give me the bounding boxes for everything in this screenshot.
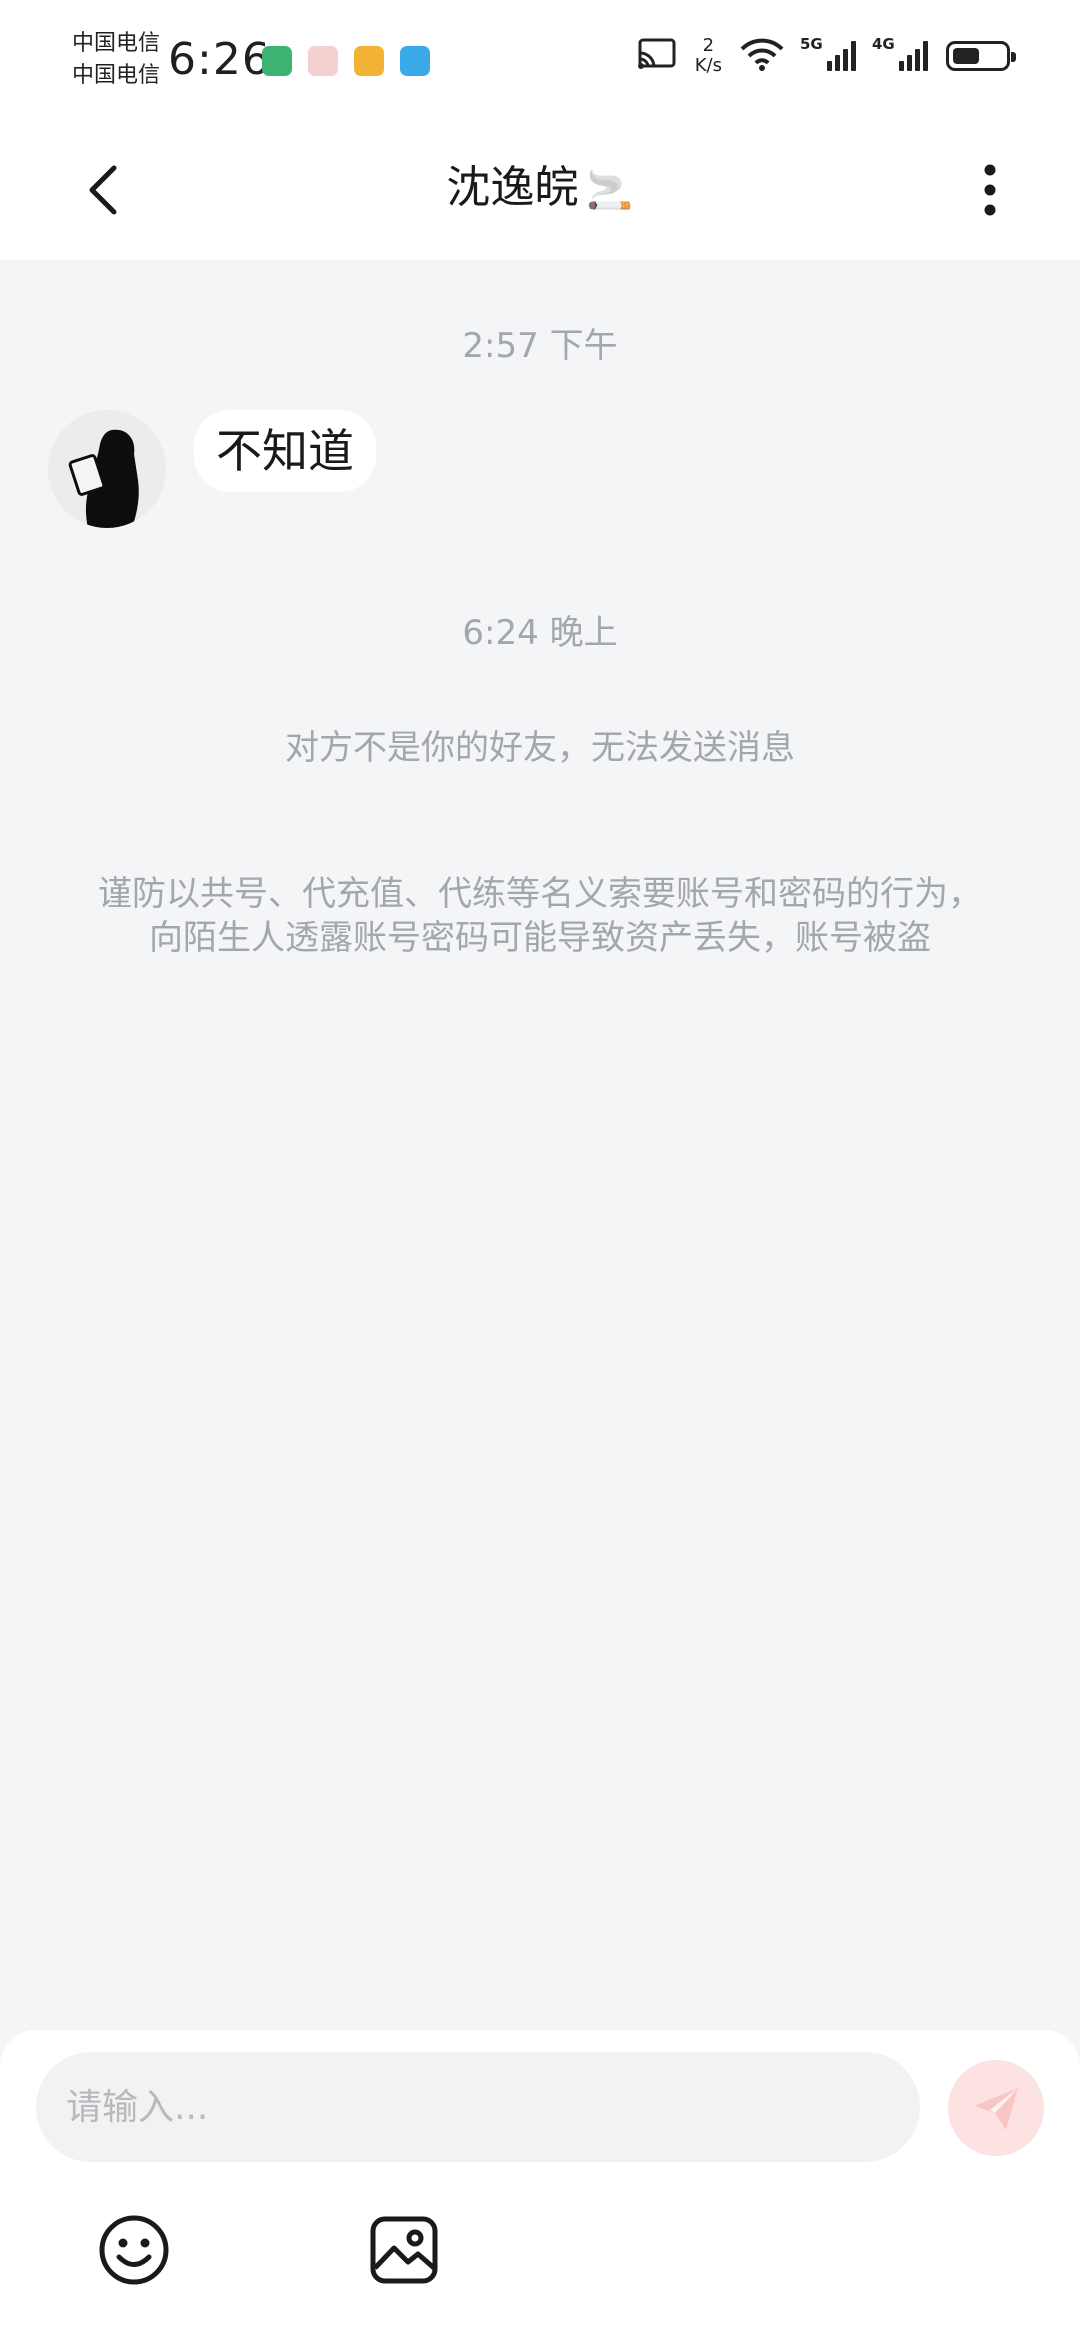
signal-5g-icon: 5G <box>800 35 856 71</box>
notification-icons <box>262 46 430 76</box>
cigarette-emoji: 🚬 <box>586 168 634 212</box>
emoji-button[interactable] <box>94 2210 174 2290</box>
carrier-1: 中国电信 <box>72 31 161 56</box>
incoming-message: 不知道 <box>48 410 376 528</box>
avatar[interactable] <box>48 410 166 528</box>
message-timestamp: 2:57 下午 <box>462 326 618 366</box>
signal-5g-label: 5G <box>800 35 823 53</box>
send-button[interactable] <box>948 2060 1044 2156</box>
message-bubble[interactable]: 不知道 <box>194 410 376 492</box>
more-options-button[interactable] <box>950 150 1030 230</box>
security-warning: 谨防以共号、代充值、代练等名义索要账号和密码的行为，向陌生人透露账号密码可能导致… <box>98 874 982 958</box>
status-indicators: 2 K/s 5G 4G <box>637 35 1016 76</box>
image-icon <box>370 2216 438 2284</box>
page-title: 沈逸皖 🚬 <box>0 158 1080 220</box>
net-speed-unit: K/s <box>694 55 722 76</box>
signal-4g-icon: 4G <box>872 35 928 71</box>
carrier-2: 中国电信 <box>72 63 161 88</box>
paper-plane-icon <box>974 2088 1018 2130</box>
net-speed-value: 2 <box>702 35 715 56</box>
smiley-icon <box>99 2215 169 2285</box>
system-notice: 对方不是你的好友，无法发送消息 <box>285 728 795 768</box>
carrier-labels: 中国电信 中国电信 <box>72 28 160 92</box>
cast-icon <box>637 37 677 75</box>
app-notification-icon <box>308 46 338 76</box>
status-time: 6:26 <box>168 34 271 85</box>
status-bar: 中国电信 中国电信 6:26 2 K/s 5G 4G <box>0 0 1080 120</box>
image-picker-button[interactable] <box>364 2210 444 2290</box>
app-notification-icon <box>400 46 430 76</box>
wifi-icon <box>740 37 784 75</box>
message-timestamp: 6:24 晚上 <box>462 613 618 653</box>
wechat-notification-icon <box>262 46 292 76</box>
contact-name: 沈逸皖 <box>446 162 579 213</box>
message-input[interactable] <box>36 2052 920 2162</box>
net-speed: 2 K/s <box>695 36 722 76</box>
app-notification-icon <box>354 46 384 76</box>
signal-4g-label: 4G <box>872 35 895 53</box>
message-composer <box>0 2030 1080 2340</box>
chat-header: 沈逸皖 🚬 <box>0 120 1080 260</box>
more-vertical-icon <box>984 164 996 216</box>
battery-icon <box>946 41 1016 71</box>
